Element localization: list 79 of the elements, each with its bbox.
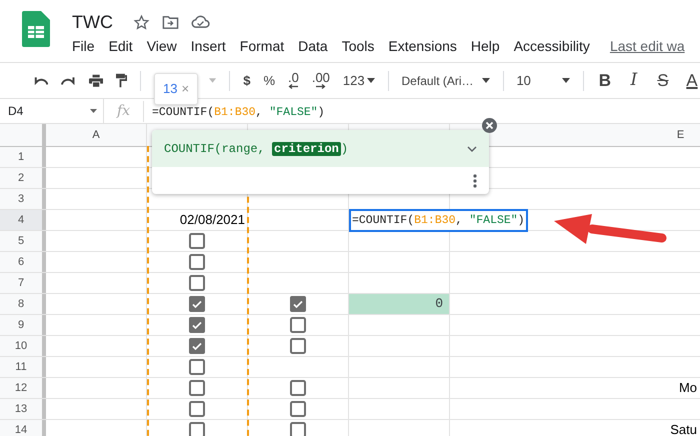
row-header[interactable]: 9 (0, 315, 46, 335)
menu-item[interactable]: Data (298, 36, 328, 57)
checkbox[interactable] (189, 275, 205, 291)
arrow-left-icon (288, 84, 298, 89)
row-header[interactable]: 13 (0, 399, 46, 419)
caret-icon[interactable] (482, 78, 490, 83)
menu-item[interactable]: Edit (108, 36, 133, 57)
cell-date: 02/08/2021 (180, 211, 245, 230)
menu-item[interactable]: Tools (342, 36, 374, 57)
formula-input[interactable]: =COUNTIF(B1:B30, "FALSE") (152, 106, 325, 119)
row-header[interactable]: 2 (0, 168, 46, 188)
caret-icon[interactable] (366, 78, 375, 83)
row-header[interactable]: 14 (0, 420, 46, 436)
menu-item[interactable]: Extensions (388, 36, 457, 57)
checkbox[interactable] (189, 359, 205, 375)
folder-icon[interactable] (162, 14, 179, 30)
row-header[interactable]: 7 (0, 273, 46, 293)
checkbox[interactable] (290, 401, 306, 417)
format-button[interactable]: % (263, 70, 275, 90)
last-edit-link[interactable]: Last edit wa (610, 36, 685, 57)
menu-item[interactable]: Format (240, 36, 284, 57)
menu-item[interactable]: File (72, 36, 95, 57)
fx-label: fx (104, 100, 144, 122)
checkbox[interactable] (189, 254, 205, 270)
row-header[interactable]: 6 (0, 252, 46, 272)
row-header[interactable]: 3 (0, 189, 46, 209)
row-header[interactable]: 10 (0, 336, 46, 356)
row-header[interactable]: 5 (0, 231, 46, 251)
checkbox[interactable] (189, 233, 205, 249)
format-button[interactable]: $ (243, 70, 250, 90)
row-header[interactable]: 11 (0, 357, 46, 377)
text-style-button[interactable]: S (654, 68, 671, 94)
menu-item[interactable]: Insert (190, 36, 226, 57)
star-icon[interactable] (132, 14, 150, 30)
redo-icon[interactable] (61, 76, 76, 86)
document-title[interactable]: TWC (72, 8, 113, 36)
checkbox[interactable] (290, 296, 306, 312)
print-icon[interactable] (88, 74, 103, 88)
checkbox[interactable] (290, 422, 306, 436)
row-header[interactable]: 1 (0, 147, 46, 167)
menu-item[interactable]: Help (470, 36, 500, 57)
text-style-button[interactable]: I (626, 68, 642, 94)
menu-item[interactable]: View (146, 36, 177, 57)
arrow-right-icon (316, 84, 326, 89)
cell-text: Satu (670, 421, 697, 436)
checkbox[interactable] (189, 422, 205, 436)
decimal-button[interactable]: .00 (312, 72, 330, 89)
format-button[interactable]: 123 (342, 70, 375, 90)
checkbox[interactable] (290, 380, 306, 396)
chevron-down-icon[interactable] (467, 146, 477, 152)
checkbox[interactable] (189, 317, 205, 333)
row-header[interactable]: 8 (0, 294, 46, 314)
row-header[interactable]: 12 (0, 378, 46, 398)
sheets-logo-icon[interactable] (22, 11, 50, 47)
decimal-button[interactable]: .0 (288, 72, 299, 89)
row-header[interactable]: 4 (0, 210, 46, 230)
checkbox[interactable] (189, 380, 205, 396)
checkbox[interactable] (189, 401, 205, 417)
caret-icon[interactable] (562, 78, 570, 83)
name-box[interactable]: D4 (0, 99, 104, 123)
menu-item[interactable]: Accessibility (514, 36, 590, 57)
text-style-button[interactable]: B (596, 68, 613, 94)
more-options-icon[interactable] (473, 174, 477, 188)
result-cell: 0 (349, 294, 450, 314)
close-icon[interactable] (482, 118, 497, 133)
checkbox[interactable] (189, 296, 205, 312)
font-size-dropdown[interactable]: 10 (516, 70, 531, 90)
column-header[interactable]: A (92, 126, 100, 144)
text-style-button[interactable]: A (684, 68, 700, 94)
checkbox[interactable] (290, 317, 306, 333)
paint-format-icon[interactable] (116, 73, 126, 88)
cell-text: Mo (678, 379, 697, 398)
cloud-icon[interactable] (190, 15, 210, 29)
function-signature: COUNTIF(range, criterion ) (164, 140, 348, 158)
font-dropdown[interactable]: Default (Ari… (402, 72, 474, 90)
tooltip-text: 13 (163, 80, 178, 98)
undo-icon[interactable] (34, 76, 48, 86)
checkbox[interactable] (290, 338, 306, 354)
checkbox[interactable] (189, 338, 205, 354)
